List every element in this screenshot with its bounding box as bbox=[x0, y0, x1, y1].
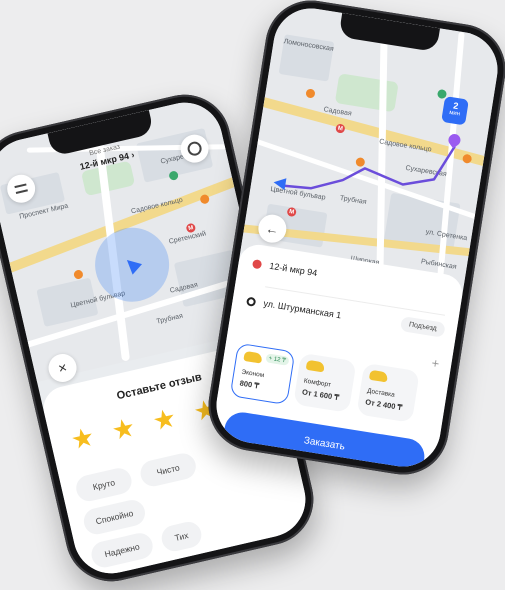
origin-arrow-icon bbox=[272, 176, 287, 191]
chevron-right-icon: › bbox=[130, 149, 136, 160]
tariff-card[interactable]: + 12 ₸ Эконом 800 ₸ bbox=[229, 342, 296, 406]
review-chip[interactable]: Чисто bbox=[137, 450, 199, 489]
route-to: ул. Штурманская 1 bbox=[262, 298, 343, 321]
review-chip[interactable]: Тих bbox=[159, 519, 204, 554]
tariff-name: Эконом bbox=[240, 368, 265, 380]
eta-badge: 2 мин bbox=[441, 96, 469, 126]
rating-star-1[interactable]: ★ bbox=[68, 421, 97, 455]
right-map[interactable]: Ломоносовская Сухаревская Садовая Трубна… bbox=[240, 3, 503, 286]
menu-icon bbox=[14, 183, 28, 194]
route-line bbox=[279, 145, 456, 190]
route-from: 12-й мкр 94 bbox=[268, 260, 318, 279]
add-stop-button[interactable]: + bbox=[431, 355, 441, 371]
car-icon bbox=[305, 359, 326, 373]
review-chip[interactable]: Спокойно bbox=[81, 497, 148, 537]
car-icon bbox=[243, 350, 263, 364]
tariff-card[interactable]: Доставка От 2 400 ₸ bbox=[356, 362, 420, 423]
review-chip[interactable]: Круто bbox=[73, 465, 135, 504]
tariff-price: От 2 400 ₸ bbox=[364, 397, 403, 413]
rating-star-2[interactable]: ★ bbox=[109, 412, 138, 446]
map-label: Трубная bbox=[155, 312, 184, 326]
review-chip[interactable]: Надежно bbox=[88, 530, 156, 570]
tariff-name: Комфорт bbox=[303, 377, 332, 389]
arrow-left-icon: ← bbox=[264, 220, 280, 238]
car-icon bbox=[368, 369, 389, 383]
entrance-button[interactable]: Подъезд bbox=[399, 316, 446, 338]
tariff-price: 800 ₸ bbox=[239, 378, 260, 391]
rating-star-3[interactable]: ★ bbox=[150, 402, 179, 436]
map-label: Сретенский bbox=[168, 230, 207, 246]
right-phone: Ломоносовская Сухаревская Садовая Трубна… bbox=[201, 0, 505, 482]
destination-dot-icon bbox=[246, 296, 257, 307]
tariff-price: От 1 600 ₸ bbox=[301, 387, 340, 403]
tariff-badge: + 12 ₸ bbox=[265, 353, 290, 366]
close-icon: ✕ bbox=[56, 361, 69, 376]
right-phone-screen: Ломоносовская Сухаревская Садовая Трубна… bbox=[211, 3, 503, 472]
tariff-card[interactable]: Комфорт От 1 600 ₸ bbox=[293, 352, 357, 413]
gear-icon bbox=[186, 140, 203, 158]
origin-dot-icon bbox=[252, 258, 263, 269]
order-sheet: 12-й мкр 94 ул. Штурманская 1 Подъезд + … bbox=[211, 242, 466, 472]
tariff-name: Доставка bbox=[366, 387, 396, 399]
